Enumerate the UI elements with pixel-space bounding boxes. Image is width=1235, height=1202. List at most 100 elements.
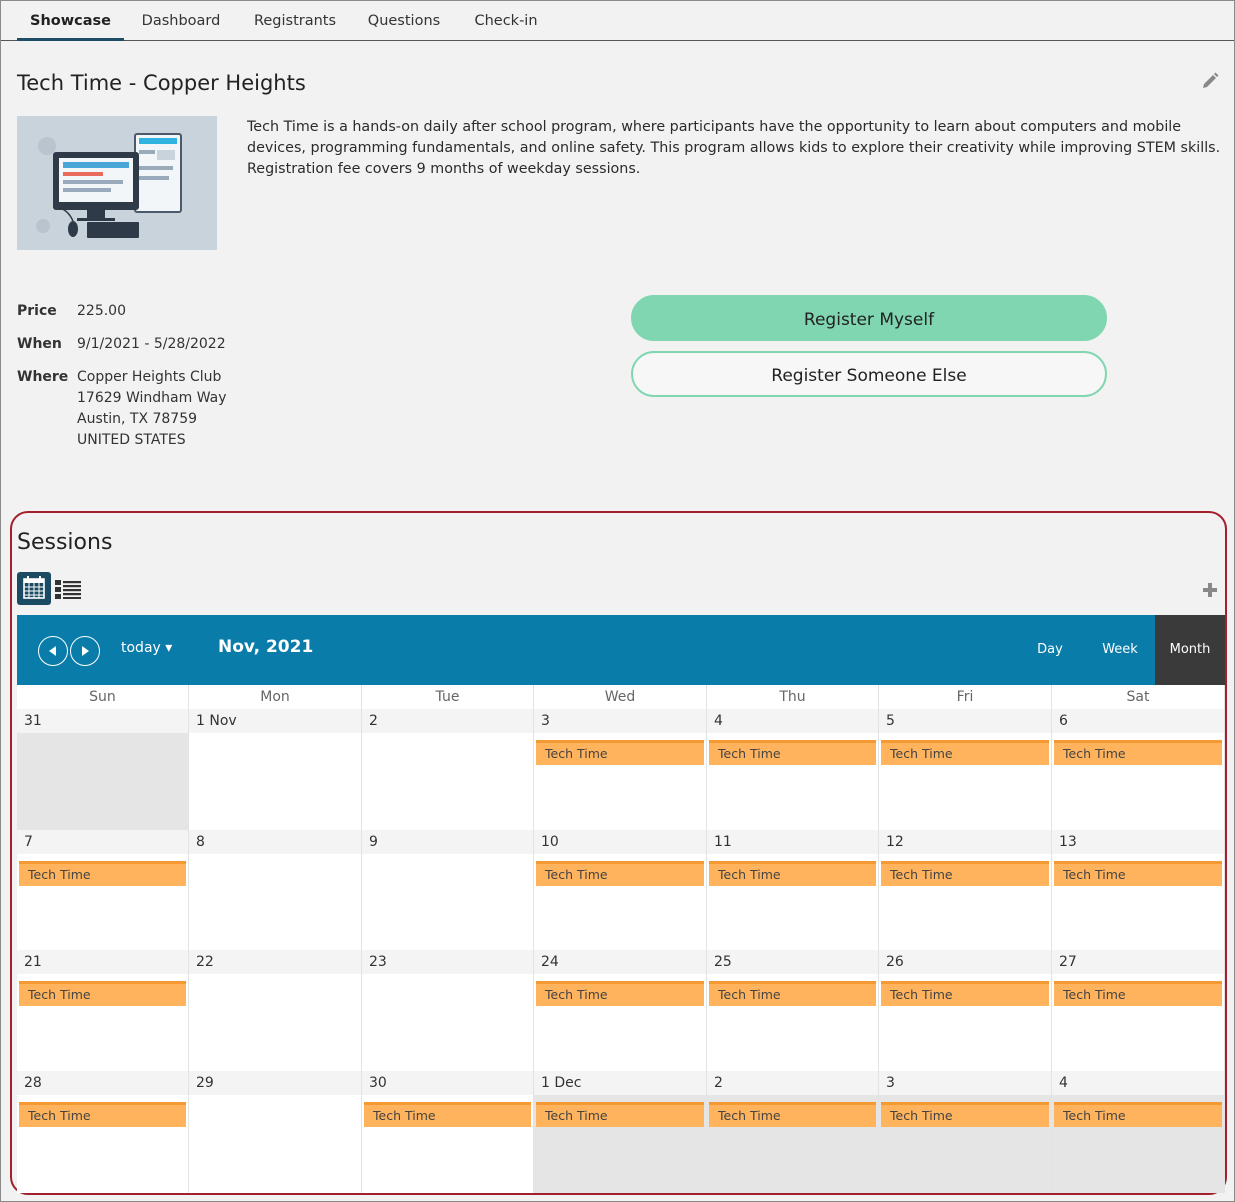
day-number: 30 [362, 1071, 533, 1095]
session-event[interactable]: Tech Time [536, 861, 704, 886]
calendar-day-cell[interactable]: 27 Tech Time [1052, 950, 1225, 1071]
next-month-button[interactable] [70, 636, 100, 666]
day-number: 22 [189, 950, 361, 974]
calendar-day-cell[interactable]: 25 Tech Time [707, 950, 879, 1071]
calendar-day-cell[interactable]: 2 [362, 709, 534, 830]
calendar-day-cell[interactable]: 2 Tech Time [707, 1071, 879, 1193]
calendar-day-cell[interactable]: 23 [362, 950, 534, 1071]
weekday-label: Thu [707, 685, 879, 709]
day-number: 3 [534, 709, 706, 733]
register-someone-else-button[interactable]: Register Someone Else [631, 351, 1107, 397]
calendar-day-cell[interactable]: 4 Tech Time [1052, 1071, 1225, 1193]
session-event[interactable]: Tech Time [536, 1102, 704, 1127]
calendar-day-cell[interactable]: 28 Tech Time [17, 1071, 189, 1193]
calendar-day-cell[interactable]: 10 Tech Time [534, 830, 707, 950]
weekday-label: Tue [362, 685, 534, 709]
calendar-icon [23, 576, 45, 599]
triangle-right-icon [82, 646, 89, 656]
when-value: 9/1/2021 - 5/28/2022 [77, 336, 226, 352]
session-event[interactable]: Tech Time [19, 981, 186, 1006]
program-image [17, 116, 217, 250]
weekday-label: Fri [879, 685, 1052, 709]
view-day-button[interactable]: Day [1025, 615, 1075, 685]
calendar-day-cell[interactable]: 24 Tech Time [534, 950, 707, 1071]
session-event[interactable]: Tech Time [709, 1102, 876, 1127]
day-number: 4 [707, 709, 878, 733]
tab-registrants[interactable]: Registrants [243, 1, 347, 40]
previous-month-button[interactable] [38, 636, 68, 666]
day-number: 12 [879, 830, 1051, 854]
program-description: Tech Time is a hands-on daily after scho… [247, 119, 1221, 177]
calendar-day-cell[interactable]: 12 Tech Time [879, 830, 1052, 950]
calendar-day-cell[interactable]: 11 Tech Time [707, 830, 879, 950]
tab-questions[interactable]: Questions [357, 1, 451, 40]
address-line: Austin, TX 78759 [77, 411, 198, 427]
view-week-button[interactable]: Week [1091, 615, 1149, 685]
calendar-day-cell[interactable]: 22 [189, 950, 362, 1071]
calendar-day-cell[interactable]: 3 Tech Time [879, 1071, 1052, 1193]
session-event[interactable]: Tech Time [1054, 1102, 1222, 1127]
where-address: Copper Heights Club 17629 Windham Way Au… [77, 367, 227, 451]
calendar-day-cell[interactable]: 29 [189, 1071, 362, 1193]
tab-bar: Showcase Dashboard Registrants Questions… [1, 1, 1234, 41]
session-event[interactable]: Tech Time [536, 740, 704, 765]
calendar-day-cell[interactable]: 26 Tech Time [879, 950, 1052, 1071]
session-event[interactable]: Tech Time [536, 981, 704, 1006]
calendar-day-cell[interactable]: 4 Tech Time [707, 709, 879, 830]
today-dropdown[interactable]: today ▾ [121, 640, 172, 656]
tab-check-in[interactable]: Check-in [461, 1, 551, 40]
day-number: 27 [1052, 950, 1224, 974]
session-event[interactable]: Tech Time [19, 861, 186, 886]
register-myself-button[interactable]: Register Myself [631, 295, 1107, 341]
sessions-title: Sessions [17, 530, 113, 555]
calendar-month-title: Nov, 2021 [218, 637, 314, 657]
calendar-day-cell[interactable]: 7 Tech Time [17, 830, 189, 950]
calendar-day-cell[interactable]: 1 Dec Tech Time [534, 1071, 707, 1193]
view-month-button[interactable]: Month [1155, 615, 1225, 685]
session-event[interactable]: Tech Time [709, 740, 876, 765]
weekday-label: Sat [1052, 685, 1225, 709]
calendar-day-cell[interactable]: 8 [189, 830, 362, 950]
calendar-day-cell[interactable]: 5 Tech Time [879, 709, 1052, 830]
day-number: 26 [879, 950, 1051, 974]
address-line: Copper Heights Club [77, 369, 222, 385]
pencil-icon[interactable] [1200, 71, 1220, 91]
price-label: Price [17, 303, 57, 319]
calendar-day-cell[interactable]: 30 Tech Time [362, 1071, 534, 1193]
day-number: 11 [707, 830, 878, 854]
calendar-day-cell[interactable]: 3 Tech Time [534, 709, 707, 830]
session-event[interactable]: Tech Time [364, 1102, 531, 1127]
calendar-day-cell[interactable]: 21 Tech Time [17, 950, 189, 1071]
day-number: 9 [362, 830, 533, 854]
day-number: 2 [707, 1071, 878, 1095]
weekday-label: Sun [17, 685, 189, 709]
session-event[interactable]: Tech Time [709, 861, 876, 886]
day-number: 29 [189, 1071, 361, 1095]
tab-dashboard[interactable]: Dashboard [129, 1, 233, 40]
day-number: 4 [1052, 1071, 1224, 1095]
session-event[interactable]: Tech Time [709, 981, 876, 1006]
session-event[interactable]: Tech Time [1054, 981, 1222, 1006]
session-event[interactable]: Tech Time [881, 981, 1049, 1006]
session-event[interactable]: Tech Time [19, 1102, 186, 1127]
day-number: 2 [362, 709, 533, 733]
calendar-day-cell[interactable]: 9 [362, 830, 534, 950]
list-view-icon[interactable] [55, 579, 81, 599]
day-number: 6 [1052, 709, 1224, 733]
address-line: 17629 Windham Way [77, 390, 227, 406]
session-event[interactable]: Tech Time [1054, 861, 1222, 886]
calendar-view-button[interactable] [17, 572, 51, 605]
calendar-day-cell[interactable]: 1 Nov [189, 709, 362, 830]
calendar-day-cell[interactable]: 31 [17, 709, 189, 830]
price-value: 225.00 [77, 303, 126, 319]
session-event[interactable]: Tech Time [881, 740, 1049, 765]
calendar-day-cell[interactable]: 13 Tech Time [1052, 830, 1225, 950]
weekday-label: Wed [534, 685, 707, 709]
session-event[interactable]: Tech Time [881, 861, 1049, 886]
calendar-day-cell[interactable]: 6 Tech Time [1052, 709, 1225, 830]
session-event[interactable]: Tech Time [881, 1102, 1049, 1127]
add-session-icon[interactable] [1201, 581, 1219, 599]
day-number: 21 [17, 950, 188, 974]
session-event[interactable]: Tech Time [1054, 740, 1222, 765]
tab-showcase[interactable]: Showcase [17, 1, 124, 41]
